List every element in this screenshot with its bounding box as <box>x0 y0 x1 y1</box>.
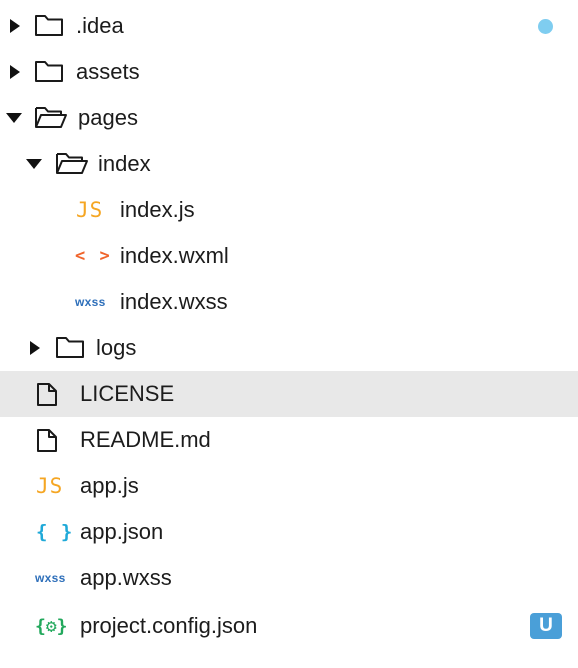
modified-status-dot <box>538 19 553 34</box>
tree-item-index-js[interactable]: JS index.js <box>0 187 578 233</box>
tree-item-label: app.wxss <box>80 565 172 590</box>
tree-item-app-json[interactable]: { } app.json <box>0 509 578 555</box>
folder-icon <box>55 335 85 359</box>
json-file-icon: { } <box>36 521 74 543</box>
chevron-right-icon[interactable] <box>30 341 40 355</box>
tree-item-logs-folder[interactable]: logs <box>0 325 578 371</box>
tree-item-label: app.js <box>80 473 139 498</box>
tree-item-index-wxml[interactable]: < > index.wxml <box>0 233 578 279</box>
file-tree: .idea assets pages index JS index.js < >… <box>0 0 578 668</box>
tree-item-label: project.config.json <box>80 613 258 638</box>
tree-item-label: index.wxss <box>120 289 228 314</box>
chevron-down-icon[interactable] <box>6 113 22 123</box>
tree-item-label: pages <box>78 105 138 130</box>
folder-icon <box>34 59 64 83</box>
tree-item-assets-folder[interactable]: assets <box>0 49 578 95</box>
tree-item-app-js[interactable]: JS app.js <box>0 463 578 509</box>
js-file-icon: JS <box>76 198 104 222</box>
tree-item-label: app.json <box>80 519 164 544</box>
tree-item-index-folder[interactable]: index <box>0 141 578 187</box>
file-icon <box>36 382 58 407</box>
folder-open-icon <box>34 105 68 129</box>
tree-item-readme[interactable]: README.md <box>0 417 578 463</box>
tree-item-label: index <box>98 151 151 176</box>
tree-item-app-wxss[interactable]: wxss app.wxss <box>0 555 578 601</box>
chevron-right-icon[interactable] <box>10 65 20 79</box>
untracked-badge: U <box>530 613 562 639</box>
js-file-icon: JS <box>36 474 64 498</box>
tree-item-label: README.md <box>80 427 211 452</box>
config-file-icon: {⚙} <box>35 615 68 637</box>
chevron-right-icon[interactable] <box>10 19 20 33</box>
tree-item-project-config[interactable]: {⚙} project.config.json U <box>0 603 578 649</box>
folder-icon <box>34 13 64 37</box>
wxml-file-icon: < > <box>75 246 112 266</box>
tree-item-label: LICENSE <box>80 381 175 406</box>
tree-item-index-wxss[interactable]: wxss index.wxss <box>0 279 578 325</box>
tree-item-label: .idea <box>76 13 124 38</box>
folder-open-icon <box>55 151 89 175</box>
wxss-file-icon: wxss <box>75 295 106 309</box>
tree-item-label: index.js <box>120 197 195 222</box>
file-icon <box>36 428 58 453</box>
tree-item-pages-folder[interactable]: pages <box>0 95 578 141</box>
tree-item-label: logs <box>96 335 137 360</box>
tree-item-idea-folder[interactable]: .idea <box>0 3 578 49</box>
tree-item-label: assets <box>76 59 140 84</box>
tree-item-label: index.wxml <box>120 243 229 268</box>
tree-item-license[interactable]: LICENSE <box>0 371 578 417</box>
chevron-down-icon[interactable] <box>26 159 42 169</box>
wxss-file-icon: wxss <box>35 571 66 585</box>
